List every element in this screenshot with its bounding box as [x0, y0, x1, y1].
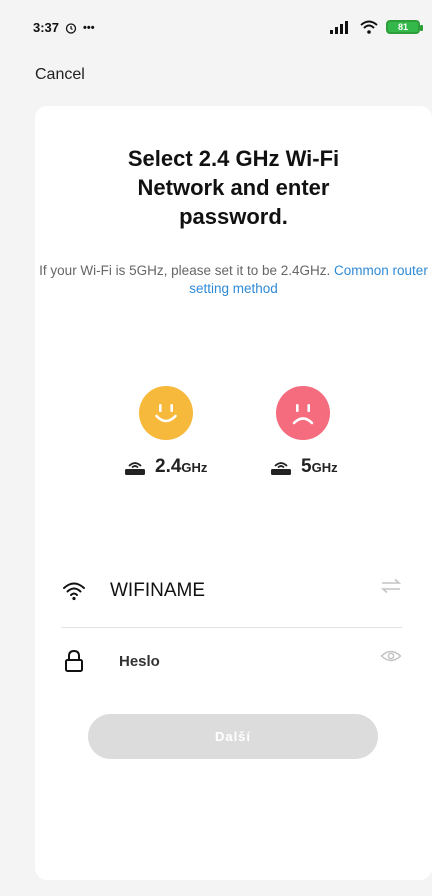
router-icon: [125, 462, 145, 475]
signal-icon: [330, 20, 348, 34]
field-divider: [61, 627, 402, 628]
next-button[interactable]: Další: [88, 714, 378, 759]
status-bar: 3:37 ••• 81: [0, 0, 432, 56]
hint-text: If your Wi-Fi is 5GHz, please set it to …: [35, 262, 432, 298]
wifi-status-icon: [360, 20, 378, 34]
band-5-unit: GHz: [311, 460, 338, 475]
password-input[interactable]: [117, 651, 331, 671]
status-time: 3:37: [33, 20, 60, 35]
battery-level: 81: [397, 22, 408, 32]
title-line-3: password.: [179, 204, 288, 229]
wifi-name-value: WIFINAME: [110, 580, 205, 601]
status-overflow-dots: •••: [83, 21, 95, 34]
status-left: 3:37 •••: [33, 20, 95, 35]
sad-face-icon: [276, 386, 330, 440]
eye-icon[interactable]: [380, 648, 402, 669]
swap-icon[interactable]: [380, 578, 402, 599]
band-5-number: 5: [301, 456, 312, 477]
password-row: [61, 636, 402, 686]
cancel-button[interactable]: Cancel: [35, 66, 85, 84]
band-2-4ghz: 2.4GHz: [123, 456, 207, 478]
alarm-icon: [65, 22, 77, 34]
wifi-icon: [61, 578, 87, 604]
title-line-2: Network and enter: [137, 175, 330, 200]
page-title: Select 2.4 GHz Wi-Fi Network and enter p…: [35, 144, 432, 231]
band-24-number: 2.4: [155, 456, 182, 477]
battery-indicator: 81: [386, 20, 423, 34]
status-right: 81: [330, 20, 423, 34]
wifi-setup-card: Select 2.4 GHz Wi-Fi Network and enter p…: [35, 106, 432, 880]
title-line-1: Select 2.4 GHz Wi-Fi: [127, 146, 340, 171]
band-24-unit: GHz: [181, 460, 208, 475]
hint-message: If your Wi-Fi is 5GHz, please set it to …: [39, 263, 331, 278]
lock-icon: [61, 648, 87, 674]
band-5ghz: 5GHz: [269, 456, 338, 478]
router-icon: [271, 462, 291, 475]
wifi-network-row[interactable]: WIFINAME: [61, 566, 402, 616]
happy-face-icon: [139, 386, 193, 440]
